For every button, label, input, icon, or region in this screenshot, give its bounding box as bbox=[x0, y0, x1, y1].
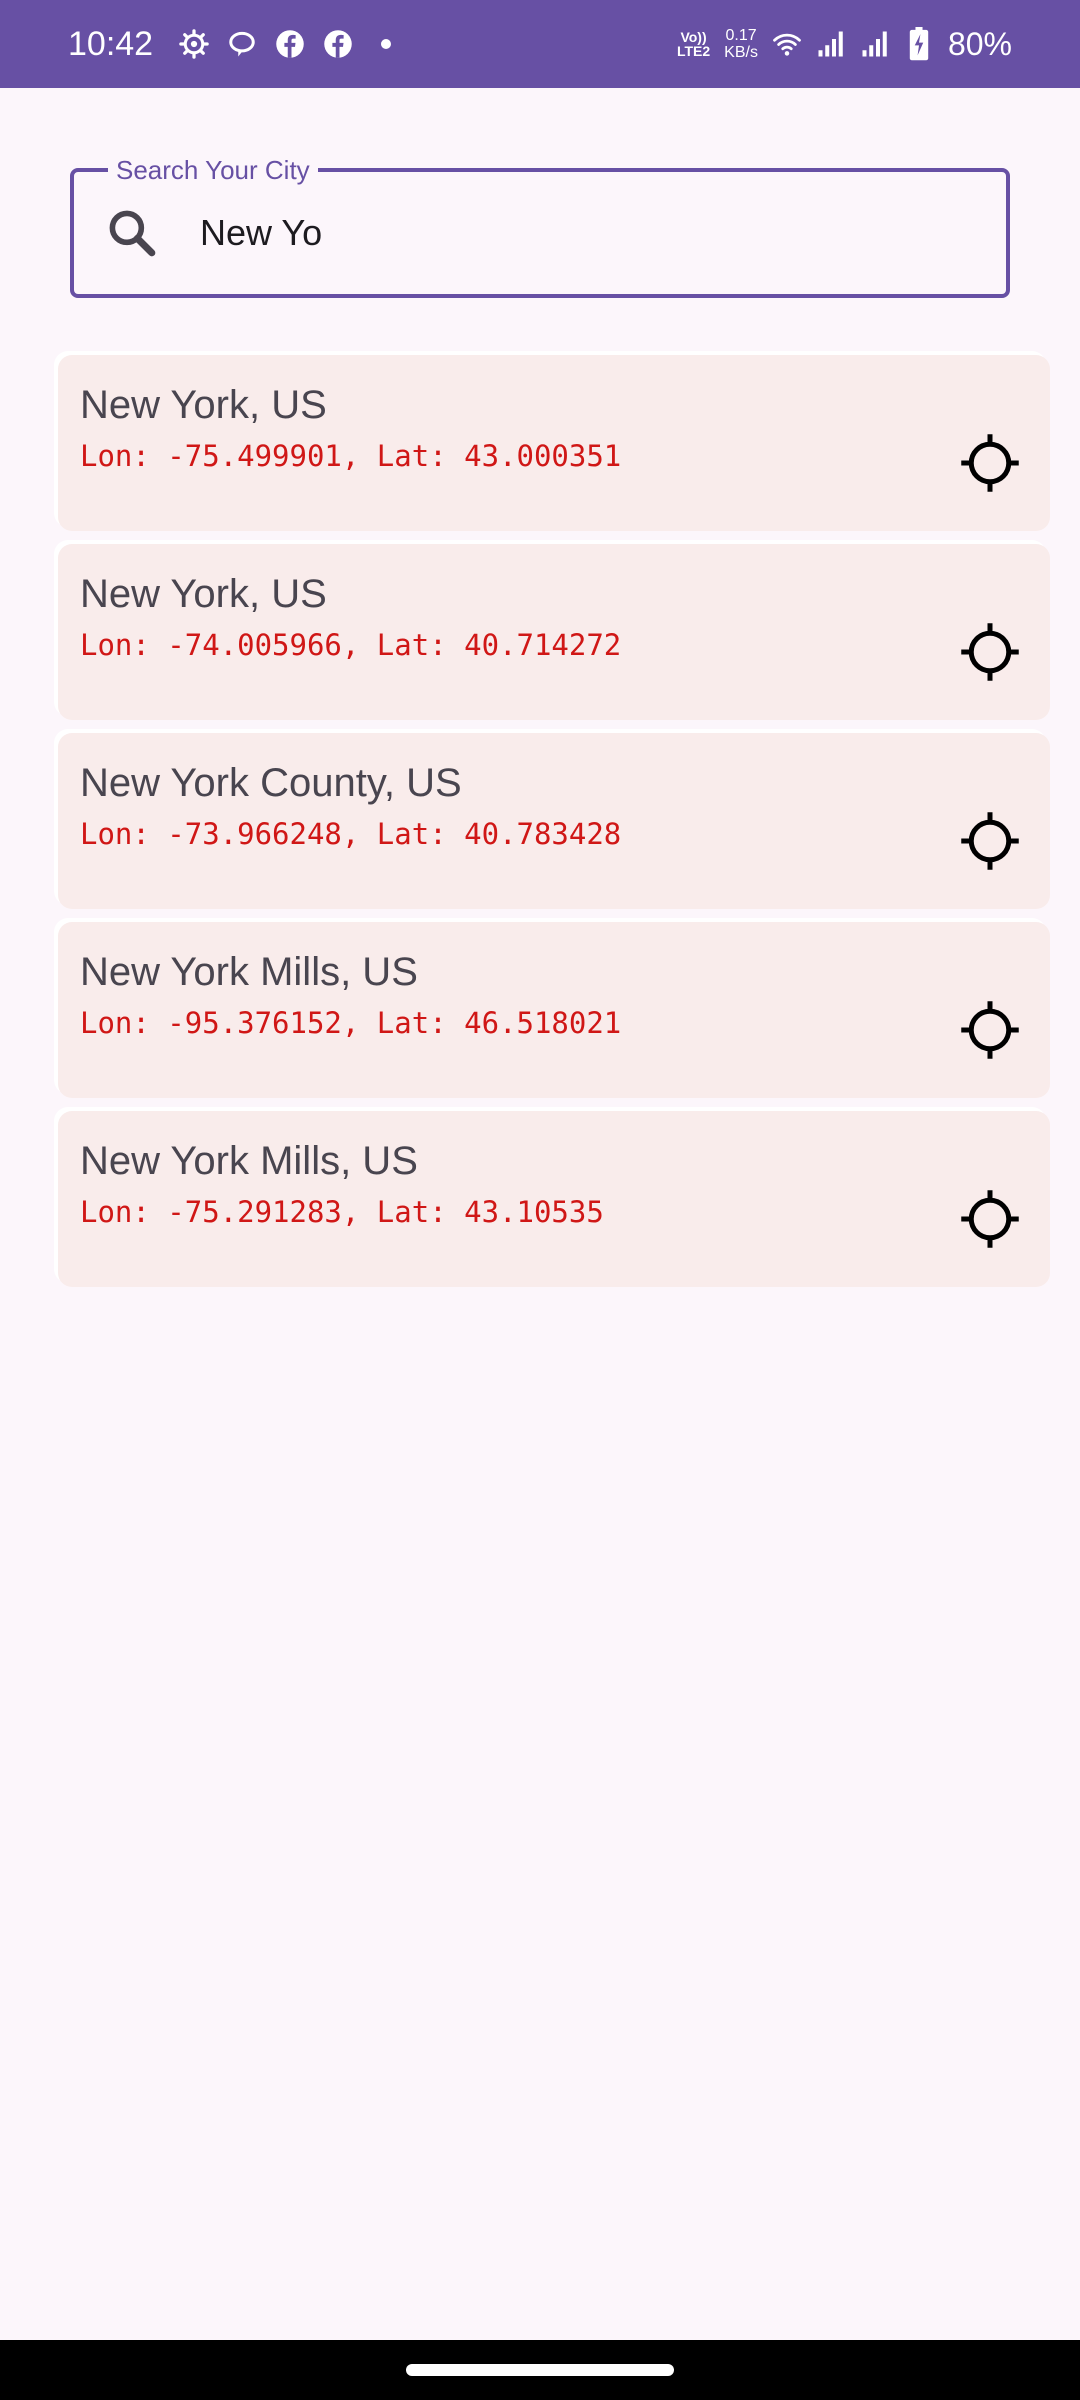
facebook-icon bbox=[275, 29, 305, 59]
list-item[interactable]: New York Mills, US Lon: -95.376152, Lat:… bbox=[58, 922, 1050, 1098]
status-left: 10:42 bbox=[68, 25, 401, 64]
city-coordinates: Lon: -74.005966, Lat: 40.714272 bbox=[80, 628, 622, 662]
my-location-icon[interactable] bbox=[960, 1189, 1020, 1249]
list-item[interactable]: New York County, US Lon: -73.966248, Lat… bbox=[58, 733, 1050, 909]
battery-charging-icon bbox=[904, 27, 934, 61]
status-bar: 10:42 Vo)) LTE2 0.17 KB/s 80% bbox=[0, 0, 1080, 88]
volte-line2: LTE2 bbox=[676, 43, 711, 59]
search-label: Search Your City bbox=[108, 157, 318, 183]
search-input[interactable] bbox=[200, 200, 980, 266]
city-name: New York Mills, US bbox=[80, 950, 418, 994]
wifi-icon bbox=[772, 29, 802, 59]
my-location-icon[interactable] bbox=[960, 622, 1020, 682]
signal-icon bbox=[816, 29, 846, 59]
network-speed: 0.17 KB/s bbox=[724, 27, 758, 61]
city-coordinates: Lon: -73.966248, Lat: 40.783428 bbox=[80, 817, 622, 851]
search-field[interactable]: Search Your City bbox=[70, 157, 1010, 298]
navigation-bar bbox=[0, 2340, 1080, 2400]
city-name: New York Mills, US bbox=[80, 1139, 418, 1183]
network-speed-unit: KB/s bbox=[724, 44, 758, 61]
home-gesture-handle[interactable] bbox=[406, 2364, 674, 2376]
chat-bubble-icon bbox=[227, 29, 257, 59]
volte-indicator: Vo)) LTE2 bbox=[677, 30, 710, 58]
list-item[interactable]: New York, US Lon: -74.005966, Lat: 40.71… bbox=[58, 544, 1050, 720]
dot-icon bbox=[371, 29, 401, 59]
list-item[interactable]: New York Mills, US Lon: -75.291283, Lat:… bbox=[58, 1111, 1050, 1287]
my-location-icon[interactable] bbox=[960, 1000, 1020, 1060]
city-name: New York, US bbox=[80, 383, 327, 427]
city-coordinates: Lon: -95.376152, Lat: 46.518021 bbox=[80, 1006, 622, 1040]
city-name: New York County, US bbox=[80, 761, 462, 805]
status-time: 10:42 bbox=[68, 24, 154, 63]
status-right: Vo)) LTE2 0.17 KB/s 80% bbox=[677, 26, 1012, 63]
my-location-icon[interactable] bbox=[960, 433, 1020, 493]
city-coordinates: Lon: -75.499901, Lat: 43.000351 bbox=[80, 439, 622, 473]
my-location-icon[interactable] bbox=[960, 811, 1020, 871]
facebook-icon bbox=[323, 29, 353, 59]
list-item[interactable]: New York, US Lon: -75.499901, Lat: 43.00… bbox=[58, 355, 1050, 531]
city-coordinates: Lon: -75.291283, Lat: 43.10535 bbox=[80, 1195, 604, 1229]
settings-icon bbox=[179, 29, 209, 59]
signal-icon bbox=[860, 29, 890, 59]
battery-percentage: 80% bbox=[947, 25, 1012, 62]
volte-line1: Vo)) bbox=[680, 29, 707, 45]
results-list: New York, US Lon: -75.499901, Lat: 43.00… bbox=[50, 355, 1050, 1300]
city-name: New York, US bbox=[80, 572, 327, 616]
network-speed-value: 0.17 bbox=[725, 27, 757, 44]
search-icon bbox=[104, 205, 160, 261]
